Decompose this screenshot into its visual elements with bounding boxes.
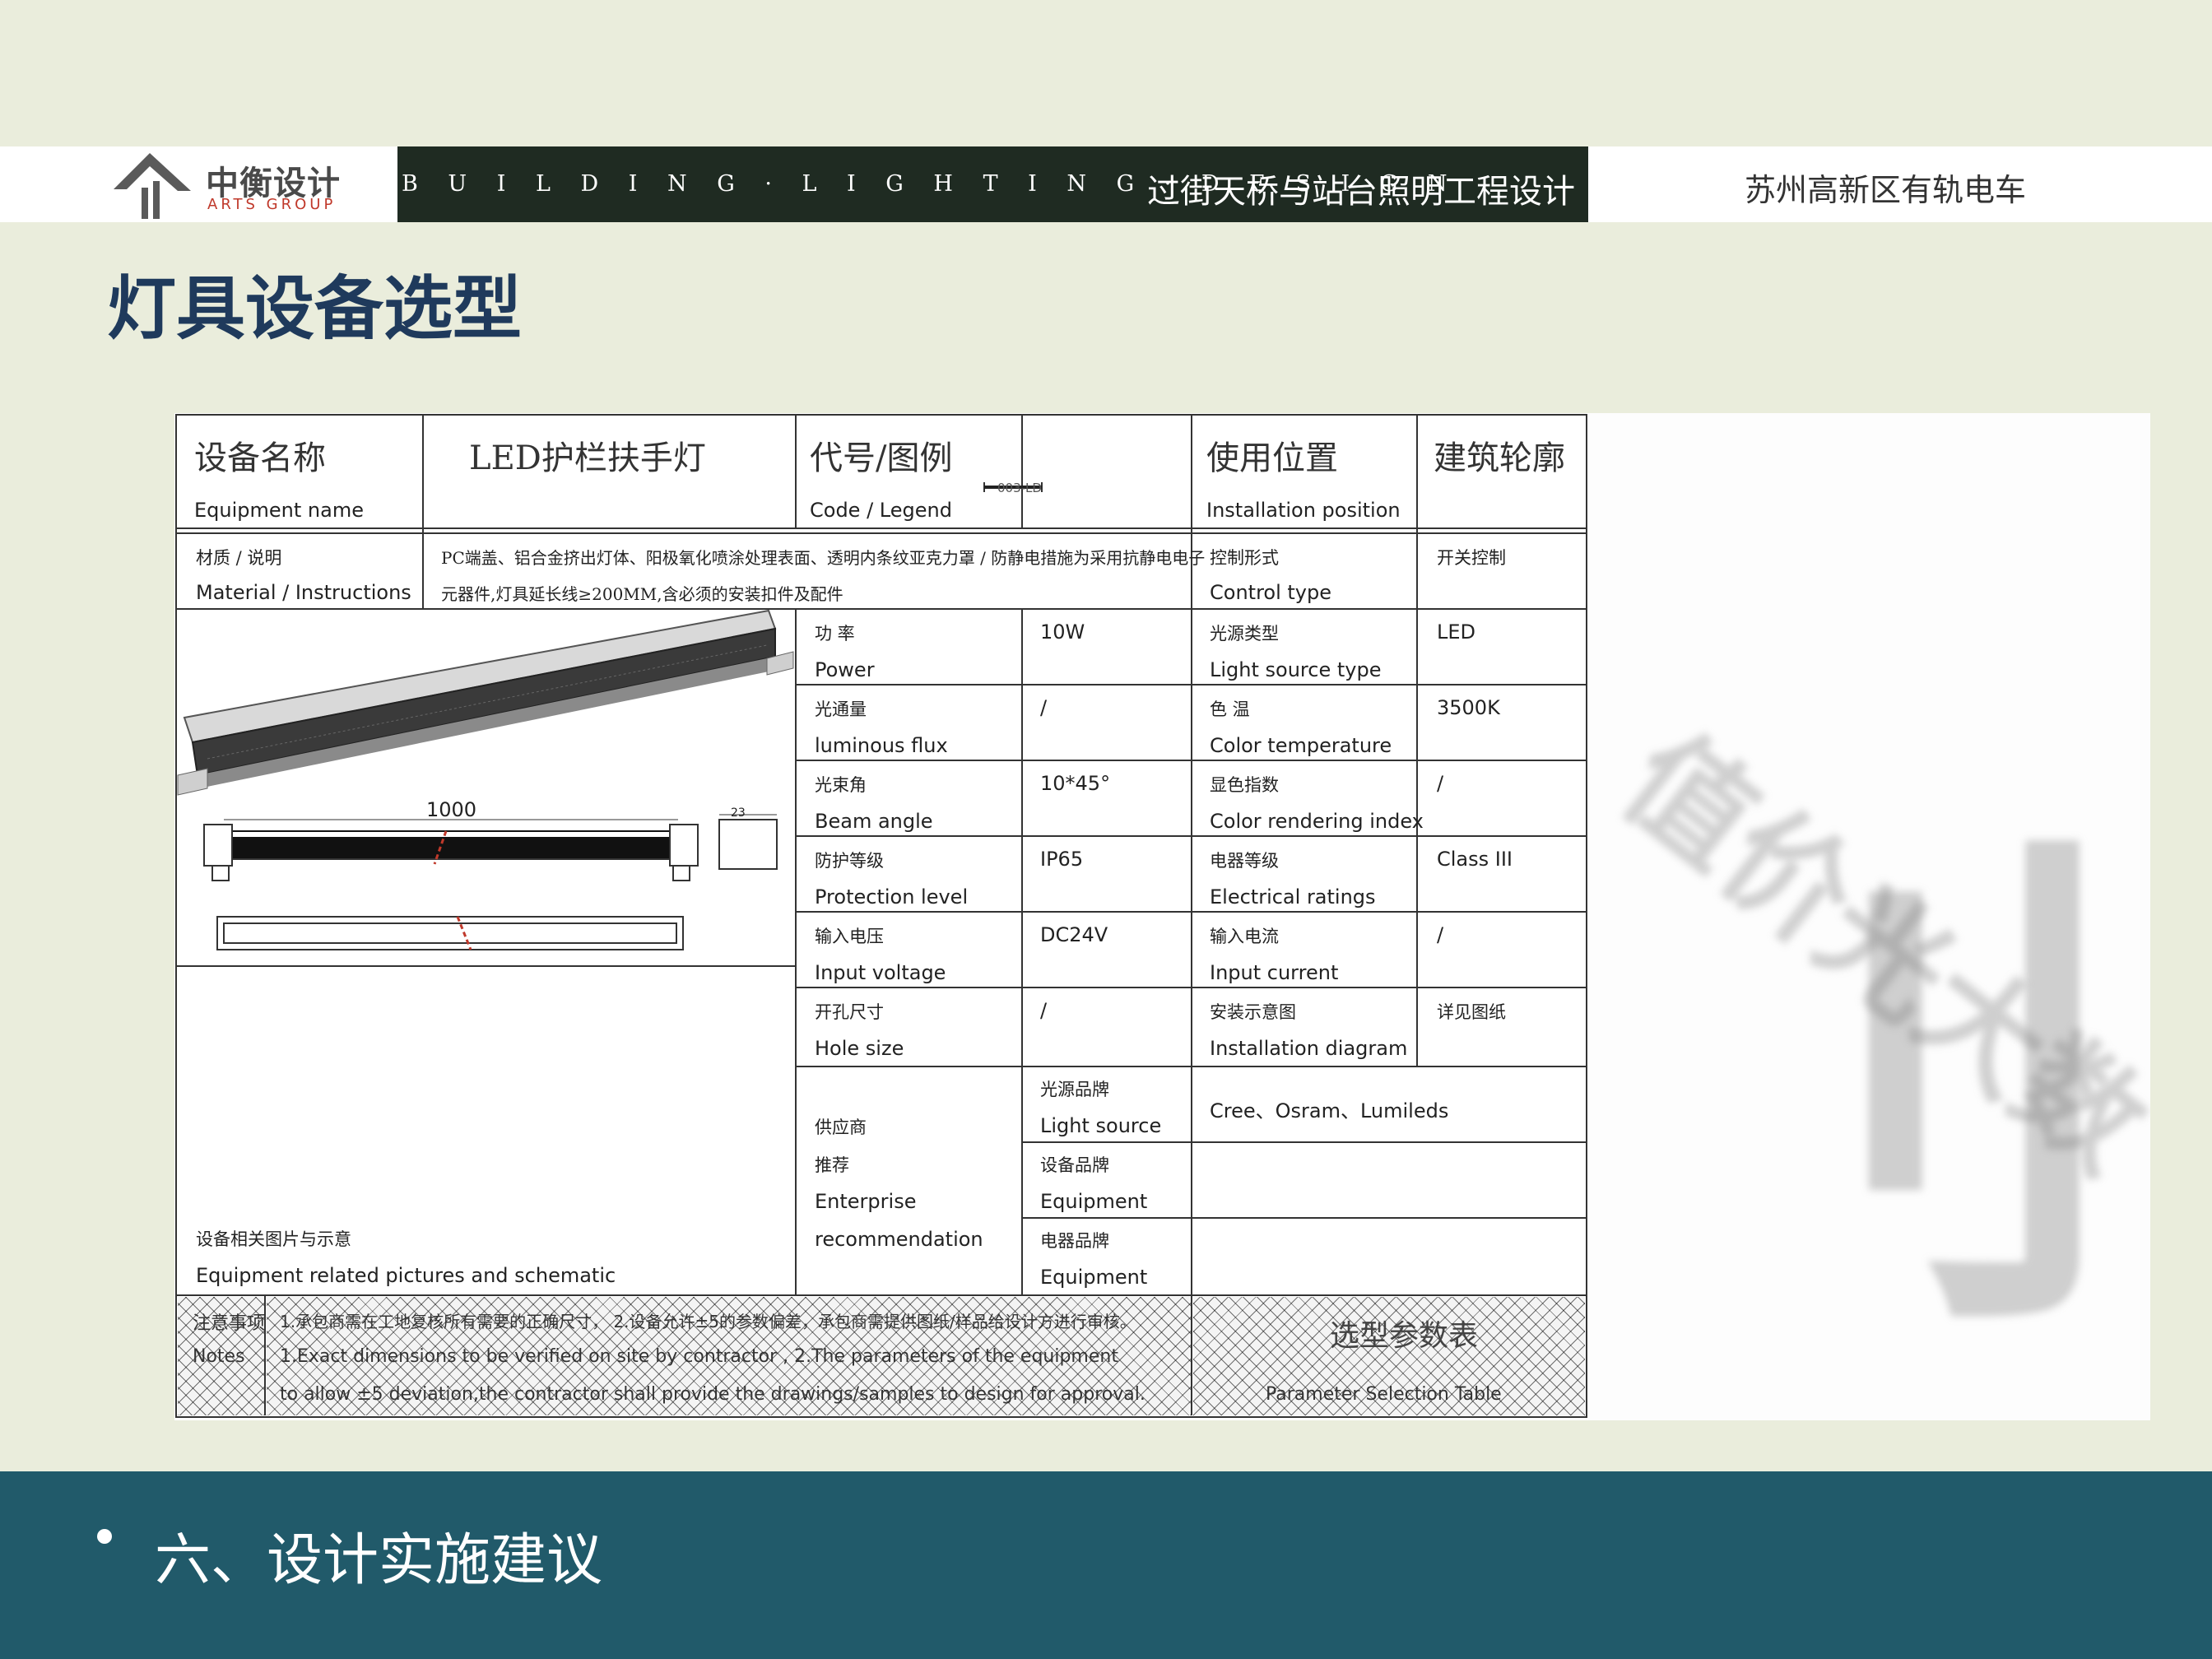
- param-voltage-en: Input voltage: [815, 961, 946, 984]
- material-line-2: 元器件,灯具延长线≥200MM,含必须的安装扣件及配件: [441, 584, 843, 604]
- param-cct-value: 3500K: [1437, 696, 1500, 719]
- watermark-glyph: 刂: [1621, 799, 2131, 1392]
- notes-line-3: to allow ±5 deviation,the contractor sha…: [280, 1384, 1146, 1405]
- param-electrical-en: Electrical ratings: [1210, 885, 1376, 908]
- notes-line-2: 1.Exact dimensions to be verified on sit…: [280, 1346, 1118, 1367]
- material-label-cn: 材质 / 说明: [196, 548, 282, 568]
- table-name-cn: 选型参数表: [1330, 1319, 1479, 1353]
- param-current-value: /: [1437, 923, 1444, 946]
- profile-value: 建筑轮廓: [1434, 439, 1565, 477]
- param-cri-cn: 显色指数: [1210, 775, 1279, 795]
- position-label-en: Installation position: [1206, 499, 1401, 522]
- param-flux-cn: 光通量: [815, 699, 867, 719]
- param-install-cn: 安装示意图: [1210, 1002, 1296, 1022]
- brand-equipment-en: Equipment: [1040, 1190, 1148, 1213]
- supplier-label-cn-1: 供应商: [815, 1118, 867, 1137]
- logo-house-icon: [114, 153, 191, 219]
- bullet-dot: [97, 1529, 112, 1544]
- material-line-1: PC端盖、铝合金挤出灯体、阳极氧化喷涂处理表面、透明内条纹亚克力罩 / 防静电措…: [441, 548, 1206, 568]
- notes-label-en: Notes: [193, 1346, 245, 1367]
- param-cct-en: Color temperature: [1210, 734, 1392, 757]
- param-beam-en: Beam angle: [815, 810, 933, 833]
- param-voltage-value: DC24V: [1040, 923, 1108, 946]
- brand-light-value: Cree、Osram、Lumileds: [1210, 1099, 1449, 1122]
- control-label-cn: 控制形式: [1210, 548, 1279, 568]
- param-protection-en: Protection level: [815, 885, 969, 908]
- param-current-en: Input current: [1210, 961, 1339, 984]
- param-hole-value: /: [1040, 999, 1048, 1022]
- param-flux-en: luminous flux: [815, 734, 948, 757]
- code-label-cn: 代号/图例: [810, 439, 953, 477]
- project-title: 过街天桥与站台照明工程设计: [1147, 173, 1575, 211]
- notes-line-1: 1.承包商需在工地复核所有需要的正确尺寸， 2.设备允许±5的参数偏差，承包商需…: [280, 1312, 1136, 1331]
- section-title: 六、设计实施建议: [155, 1528, 603, 1593]
- equipment-sheet: 设备名称 Equipment name LED护栏扶手灯 代号/图例 Code …: [174, 413, 1588, 1420]
- param-current-cn: 输入电流: [1210, 927, 1279, 946]
- param-protection-value: IP65: [1040, 848, 1084, 871]
- param-beam-value: 10*45°: [1040, 772, 1111, 795]
- param-voltage-cn: 输入电压: [815, 927, 884, 946]
- param-light-source-value: LED: [1437, 620, 1476, 644]
- param-cct-cn: 色 温: [1210, 699, 1250, 719]
- code-label-en: Code / Legend: [810, 499, 952, 522]
- brand-equipment-cn: 设备品牌: [1040, 1155, 1109, 1175]
- material-label-en: Material / Instructions: [196, 581, 411, 604]
- param-protection-cn: 防护等级: [815, 851, 884, 871]
- equipment-name-label-en: Equipment name: [194, 499, 364, 522]
- brand-light-en: Light source: [1040, 1114, 1162, 1137]
- notes-label-cn: 注意事项: [193, 1313, 266, 1334]
- logo-text-en: ARTS GROUP: [207, 196, 337, 213]
- param-hole-cn: 开孔尺寸: [815, 1002, 884, 1022]
- param-power-en: Power: [815, 658, 875, 681]
- dimension-drawing: [203, 814, 778, 950]
- param-install-value: 详见图纸: [1437, 1002, 1506, 1022]
- param-install-en: Installation diagram: [1210, 1037, 1408, 1060]
- table-name-en: Parameter Selection Table: [1266, 1384, 1502, 1405]
- param-light-source-en: Light source type: [1210, 658, 1382, 681]
- dimension-height: 23: [731, 806, 746, 820]
- city-label: 苏州高新区有轨电车: [1745, 172, 2027, 208]
- equipment-name-value: LED护栏扶手灯: [469, 439, 706, 477]
- param-electrical-cn: 电器等级: [1210, 851, 1279, 871]
- company-logo: 中衡设计 ARTS GROUP: [114, 150, 360, 221]
- brand-electrical-cn: 电器品牌: [1040, 1231, 1109, 1251]
- param-power-cn: 功 率: [815, 624, 855, 644]
- legend-code: 003-LD: [997, 481, 1042, 495]
- param-light-source-cn: 光源类型: [1210, 624, 1279, 644]
- luminaire-render: [177, 609, 794, 796]
- page-title: 灯具设备选型: [107, 268, 523, 349]
- pictures-label-en: Equipment related pictures and schematic: [196, 1264, 616, 1287]
- control-label-en: Control type: [1210, 581, 1331, 604]
- param-hole-en: Hole size: [815, 1037, 904, 1060]
- watermark-panel: 值价光大数 刂: [1588, 413, 2150, 1420]
- supplier-label-en-2: recommendation: [815, 1228, 983, 1251]
- param-flux-value: /: [1040, 696, 1048, 719]
- equipment-name-label-cn: 设备名称: [194, 439, 326, 477]
- control-value: 开关控制: [1437, 548, 1506, 568]
- pictures-label-cn: 设备相关图片与示意: [196, 1229, 351, 1249]
- brand-light-cn: 光源品牌: [1040, 1080, 1109, 1099]
- param-electrical-value: Class III: [1437, 848, 1513, 871]
- dimension-length: 1000: [426, 798, 477, 821]
- supplier-label-en-1: Enterprise: [815, 1190, 917, 1213]
- position-label-cn: 使用位置: [1206, 439, 1338, 477]
- param-beam-cn: 光束角: [815, 775, 867, 795]
- param-cri-value: /: [1437, 772, 1444, 795]
- supplier-label-cn-2: 推荐: [815, 1155, 849, 1175]
- param-power-value: 10W: [1040, 620, 1085, 644]
- brand-electrical-en: Equipment: [1040, 1266, 1148, 1289]
- param-cri-en: Color rendering index: [1210, 810, 1424, 833]
